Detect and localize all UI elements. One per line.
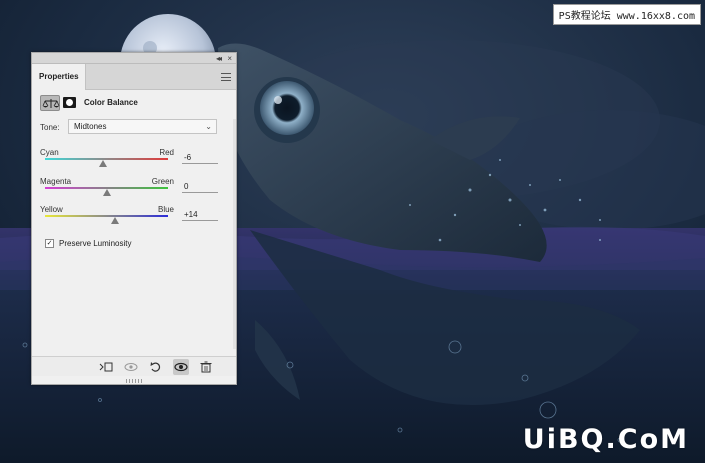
slider-thumb-yellow-blue[interactable] bbox=[111, 217, 120, 224]
slider-label-red: Red bbox=[159, 148, 174, 157]
clip-to-layer-icon[interactable] bbox=[98, 359, 114, 375]
slider-label-magenta: Magenta bbox=[40, 177, 72, 186]
panel-scrollbar[interactable] bbox=[233, 119, 236, 349]
properties-panel: ◂◂ × Properties Color Balance Tone: Midt… bbox=[31, 52, 237, 385]
slider-thumb-magenta-green[interactable] bbox=[102, 189, 111, 196]
panel-title-bar[interactable]: ◂◂ × bbox=[32, 53, 236, 64]
slider-track-yellow-blue[interactable] bbox=[45, 215, 168, 217]
slider-label-green: Green bbox=[151, 177, 174, 186]
adjustment-header: Color Balance bbox=[32, 90, 236, 117]
color-balance-icon[interactable] bbox=[40, 95, 60, 111]
close-panel-icon[interactable]: × bbox=[227, 53, 232, 64]
layer-mask-icon[interactable] bbox=[63, 97, 76, 108]
reset-icon[interactable] bbox=[148, 359, 164, 375]
panel-tab-bar: Properties bbox=[32, 64, 236, 90]
view-previous-state-icon[interactable] bbox=[123, 359, 139, 375]
toggle-visibility-icon[interactable] bbox=[173, 359, 189, 375]
panel-bottom-toolbar bbox=[32, 356, 236, 376]
slider-thumb-cyan-red[interactable] bbox=[98, 160, 107, 167]
panel-menu-icon[interactable] bbox=[221, 73, 231, 81]
preserve-luminosity-checkbox[interactable]: ✓ bbox=[45, 239, 54, 248]
preserve-luminosity-label[interactable]: Preserve Luminosity bbox=[59, 239, 131, 248]
slider-cyan-red: Cyan Red -6 bbox=[32, 148, 236, 174]
collapse-panel-icon[interactable]: ◂◂ bbox=[216, 53, 222, 64]
tab-properties[interactable]: Properties bbox=[32, 64, 86, 90]
slider-yellow-blue: Yellow Blue +14 bbox=[32, 205, 236, 231]
delete-icon[interactable] bbox=[198, 359, 214, 375]
watermark-bottom: UiBQ.CoM bbox=[522, 424, 689, 455]
adjustment-title: Color Balance bbox=[84, 98, 138, 107]
slider-label-cyan: Cyan bbox=[40, 148, 59, 157]
tone-row: Tone: Midtones ⌄ bbox=[32, 117, 236, 139]
watermark-top: PS教程论坛 www.16xx8.com bbox=[552, 4, 701, 25]
slider-label-yellow: Yellow bbox=[40, 205, 63, 214]
checkmark-icon: ✓ bbox=[46, 240, 53, 247]
value-field-cyan-red[interactable]: -6 bbox=[182, 153, 218, 164]
chevron-down-icon: ⌄ bbox=[205, 122, 212, 131]
value-field-yellow-blue[interactable]: +14 bbox=[182, 210, 218, 221]
tone-label: Tone: bbox=[40, 123, 60, 132]
tone-dropdown[interactable]: Midtones ⌄ bbox=[68, 119, 217, 134]
value-field-magenta-green[interactable]: 0 bbox=[182, 182, 218, 193]
slider-label-blue: Blue bbox=[157, 205, 174, 214]
slider-magenta-green: Magenta Green 0 bbox=[32, 177, 236, 203]
resize-grip[interactable] bbox=[126, 379, 144, 383]
tone-dropdown-value: Midtones bbox=[74, 122, 107, 131]
